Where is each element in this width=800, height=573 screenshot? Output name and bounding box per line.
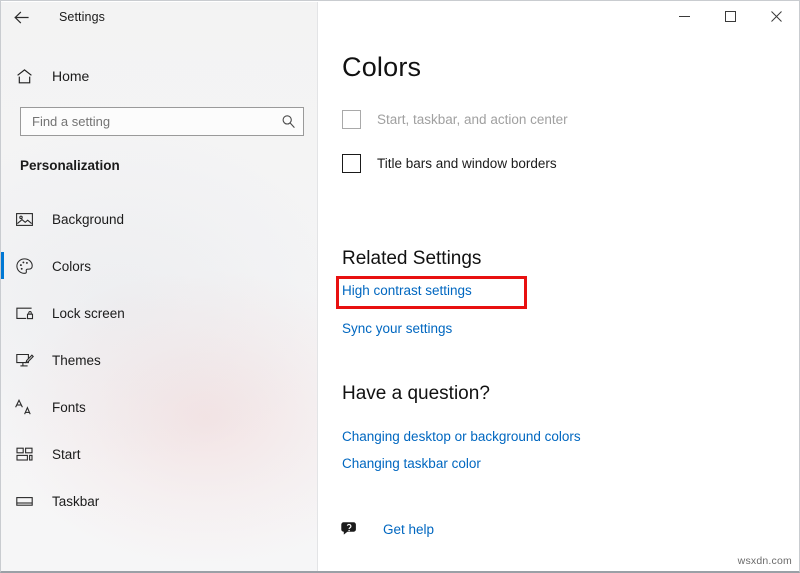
content-pane: Colors Start, taskbar, and action center… — [319, 2, 799, 571]
checkbox-start-taskbar-action-center[interactable] — [342, 110, 361, 129]
sidebar-item-label: Lock screen — [52, 306, 125, 321]
title-bar: Settings — [1, 1, 799, 33]
sidebar: Home Personalization — [1, 2, 318, 571]
palette-icon — [1, 257, 47, 276]
sidebar-item-label: Fonts — [52, 400, 86, 415]
sidebar-item-start[interactable]: Start — [1, 437, 317, 471]
get-help-label: Get help — [383, 522, 434, 537]
lock-screen-icon — [1, 304, 47, 323]
selection-indicator — [1, 252, 4, 279]
search-input[interactable] — [21, 114, 273, 129]
close-icon — [771, 11, 782, 22]
sidebar-item-taskbar[interactable]: Taskbar — [1, 484, 317, 518]
close-button[interactable] — [753, 1, 799, 32]
link-sync-your-settings[interactable]: Sync your settings — [342, 321, 452, 336]
sidebar-item-colors[interactable]: Colors — [1, 249, 317, 283]
sidebar-item-home[interactable]: Home — [1, 60, 317, 92]
window-controls — [661, 1, 799, 32]
picture-icon — [1, 210, 47, 229]
search-icon[interactable] — [273, 114, 303, 129]
sidebar-item-themes[interactable]: Themes — [1, 343, 317, 377]
fonts-icon — [1, 398, 47, 417]
app-title: Settings — [59, 10, 105, 24]
checkbox-title-bars-window-borders[interactable] — [342, 154, 361, 173]
home-icon — [1, 67, 47, 86]
sidebar-item-label: Themes — [52, 353, 101, 368]
watermark: wsxdn.com — [738, 555, 792, 567]
sidebar-nav: Background Colors — [1, 202, 317, 531]
sidebar-item-label: Taskbar — [52, 494, 99, 509]
maximize-button[interactable] — [707, 1, 753, 32]
link-changing-desktop-or-background-colors[interactable]: Changing desktop or background colors — [342, 429, 581, 444]
themes-icon — [1, 351, 47, 370]
have-a-question-heading: Have a question? — [342, 383, 490, 405]
sidebar-item-label: Background — [52, 212, 124, 227]
sidebar-item-background[interactable]: Background — [1, 202, 317, 236]
help-bubble-icon — [337, 517, 361, 541]
sidebar-section-title: Personalization — [20, 158, 120, 173]
get-help-row[interactable]: Get help — [337, 517, 434, 541]
sidebar-item-label: Colors — [52, 259, 91, 274]
checkbox-row-start-taskbar-action-center[interactable]: Start, taskbar, and action center — [342, 110, 568, 129]
back-button[interactable] — [1, 2, 41, 33]
minimize-button[interactable] — [661, 1, 707, 32]
sidebar-item-fonts[interactable]: Fonts — [1, 390, 317, 424]
sidebar-item-label: Start — [52, 447, 81, 462]
start-tiles-icon — [1, 445, 47, 464]
page-title: Colors — [342, 52, 421, 83]
sidebar-item-lock-screen[interactable]: Lock screen — [1, 296, 317, 330]
related-settings-heading: Related Settings — [342, 248, 481, 270]
maximize-icon — [725, 11, 736, 22]
taskbar-icon — [1, 492, 47, 511]
home-label: Home — [52, 68, 89, 84]
search-box[interactable] — [20, 107, 304, 136]
checkbox-label: Start, taskbar, and action center — [377, 112, 568, 127]
minimize-icon — [679, 11, 690, 22]
link-changing-taskbar-color[interactable]: Changing taskbar color — [342, 456, 481, 471]
link-high-contrast-settings[interactable]: High contrast settings — [342, 283, 472, 298]
back-arrow-icon — [13, 9, 30, 26]
checkbox-row-title-bars-window-borders[interactable]: Title bars and window borders — [342, 154, 557, 173]
settings-window: Settings — [0, 0, 800, 573]
checkbox-label: Title bars and window borders — [377, 156, 557, 171]
